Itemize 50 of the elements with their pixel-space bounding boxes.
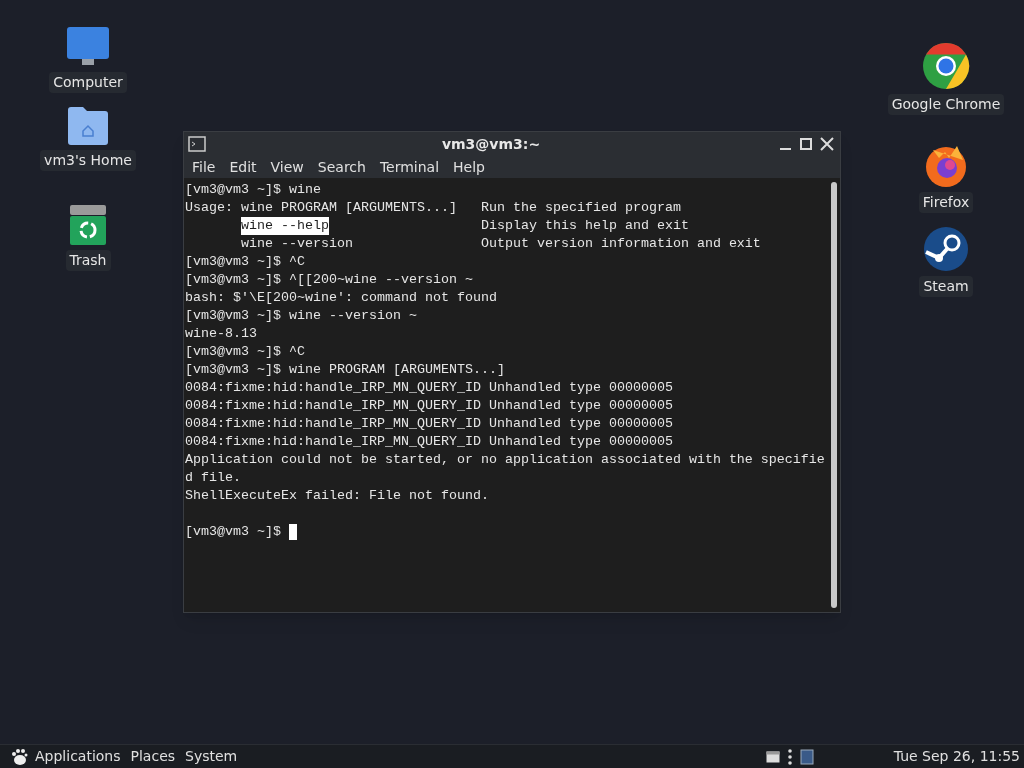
recycle-bin-icon <box>69 204 107 246</box>
taskbar-menu[interactable]: Applications <box>35 746 121 767</box>
terminal-line: d file. <box>185 469 242 487</box>
terminal-line: [vm3@vm3 ~]$ ^C <box>185 343 306 361</box>
menu-item[interactable]: View <box>264 156 310 178</box>
foot-logo-icon <box>10 747 28 766</box>
desktop-icon-label[interactable]: vm3's Home <box>40 150 136 171</box>
window-icon[interactable] <box>765 750 780 763</box>
terminal-prompt: [vm3@vm3 ~]$ <box>185 523 282 541</box>
terminal-line: wine-8.13 <box>185 325 258 343</box>
terminal-line: [vm3@vm3 ~]$ wine --version ~ <box>185 307 418 325</box>
window-title: vm3@vm3:~ <box>440 134 542 154</box>
browser-logo-icon <box>922 42 970 90</box>
menu-item[interactable]: Search <box>311 156 372 178</box>
desktop-icon-label[interactable]: Steam <box>919 276 973 297</box>
terminal-line: Application could not be started, or no application associated with the specifie <box>185 451 826 469</box>
maximize-button[interactable] <box>797 135 815 153</box>
terminal-line: [vm3@vm3 ~]$ wine PROGRAM [ARGUMENTS...] <box>185 361 506 379</box>
terminal-line: 0084:fixme:hid:handle_IRP_MN_QUERY_ID Unhandled type 00000005 <box>185 397 674 415</box>
close-button[interactable] <box>818 135 836 153</box>
menu-item[interactable]: Terminal <box>373 156 446 178</box>
terminal-line: [vm3@vm3 ~]$ ^C <box>185 253 306 271</box>
menu-item[interactable]: File <box>186 156 222 178</box>
home-folder-icon <box>67 106 109 146</box>
desktop-icon-label[interactable]: Firefox <box>918 192 974 213</box>
terminal-line: 0084:fixme:hid:handle_IRP_MN_QUERY_ID Unhandled type 00000005 <box>185 415 674 433</box>
text-cursor <box>289 524 297 540</box>
terminal-text: Display this help and exit <box>479 217 689 235</box>
desktop-icon-label[interactable]: Trash <box>65 250 111 271</box>
clock[interactable]: Tue Sep 26, 11:55 <box>893 746 1020 767</box>
taskbar-menu[interactable]: Places <box>130 746 176 767</box>
terminal-line: Usage: wine PROGRAM [ARGUMENTS...] Run the specified program <box>185 199 682 217</box>
monitor-icon <box>66 26 110 68</box>
terminal-line: wine --version Output version information and exit <box>240 235 762 253</box>
terminal-line: [vm3@vm3 ~]$ ^[[200~wine --version ~ <box>185 271 474 289</box>
desktop-icon-label[interactable]: Google Chrome <box>887 94 1005 115</box>
menu-item[interactable]: Help <box>447 156 491 178</box>
more-options-icon[interactable] <box>787 748 792 765</box>
terminal-icon <box>188 136 206 152</box>
menu-item[interactable]: Edit <box>223 156 263 178</box>
terminal-line: [vm3@vm3 ~]$ wine <box>185 181 322 199</box>
terminal-line: 0084:fixme:hid:handle_IRP_MN_QUERY_ID Unhandled type 00000005 <box>185 379 674 397</box>
taskbar-menu[interactable]: System <box>185 746 238 767</box>
steam-logo-icon <box>923 226 969 272</box>
terminal-line: ShellExecuteEx failed: File not found. <box>185 487 490 505</box>
terminal-line: bash: $'\E[200~wine': command not found <box>185 289 498 307</box>
selected-text: wine --help <box>241 217 329 235</box>
desktop-icon-label[interactable]: Computer <box>49 72 127 93</box>
workspace-icon[interactable] <box>799 748 814 765</box>
terminal-line: 0084:fixme:hid:handle_IRP_MN_QUERY_ID Unhandled type 00000005 <box>185 433 674 451</box>
